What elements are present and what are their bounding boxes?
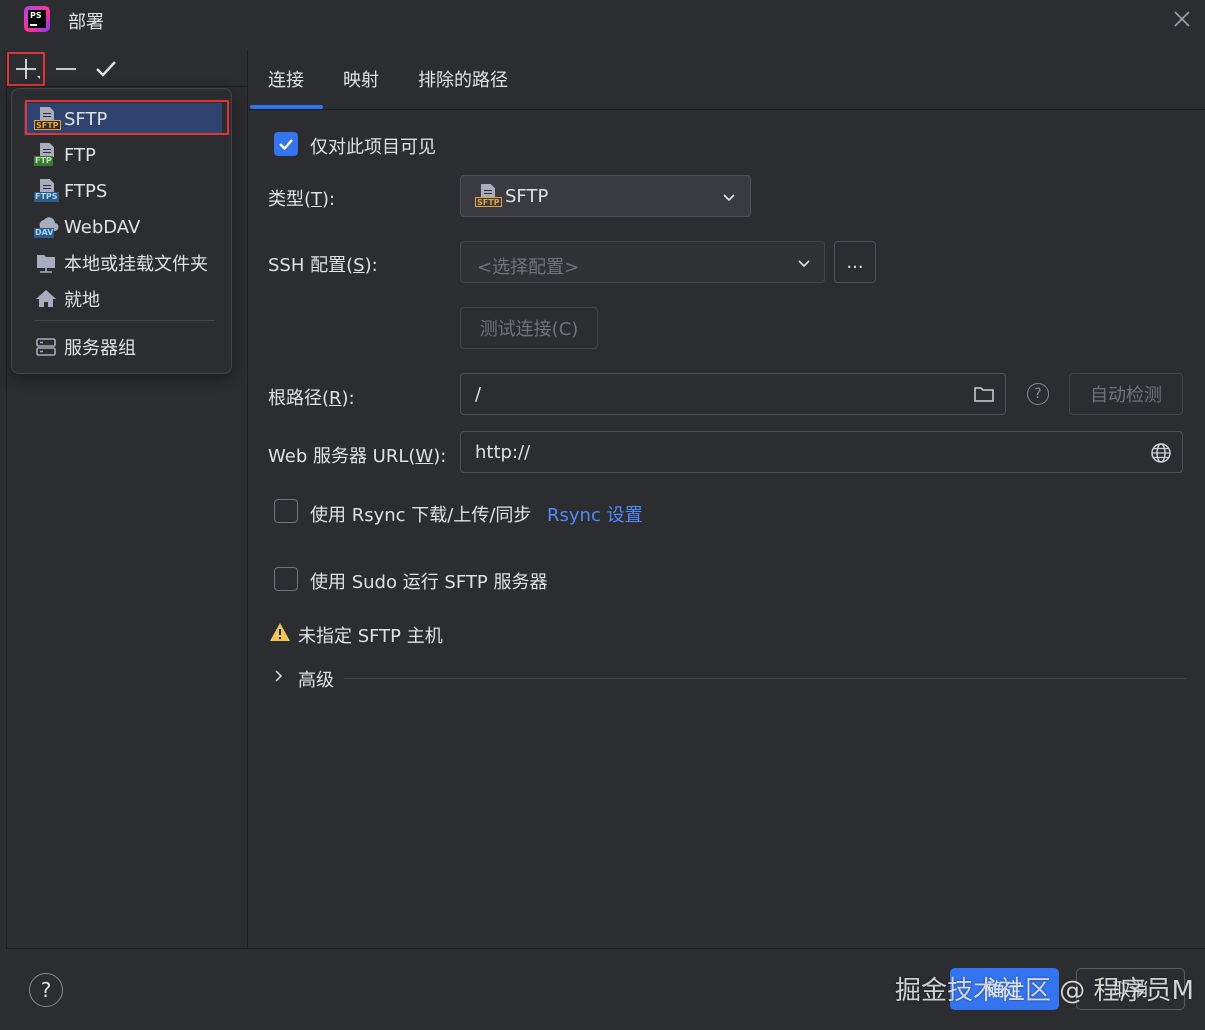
- menu-item-ftps[interactable]: FTPS FTPS: [24, 175, 222, 207]
- type-value: SFTP: [505, 186, 549, 207]
- folder-icon: [34, 251, 60, 275]
- menu-item-label: FTP: [64, 144, 96, 166]
- tab-excluded-paths[interactable]: 排除的路径: [418, 66, 508, 92]
- ssh-config-browse-button[interactable]: ...: [834, 241, 876, 283]
- check-icon: [279, 139, 293, 151]
- chevron-right-icon[interactable]: [272, 668, 286, 684]
- menu-item-in-place[interactable]: 就地: [24, 283, 222, 315]
- rsync-checkbox[interactable]: [274, 499, 298, 523]
- menu-divider: [35, 320, 215, 321]
- tab-bar: [248, 50, 1205, 110]
- menu-item-label: 服务器组: [64, 338, 136, 359]
- set-default-button[interactable]: [92, 56, 120, 82]
- close-button[interactable]: [1171, 8, 1193, 30]
- menu-item-server-group[interactable]: 服务器组: [24, 331, 222, 363]
- sudo-checkbox[interactable]: [274, 567, 298, 591]
- web-url-value: http://: [475, 442, 531, 463]
- ftps-icon: FTPS: [34, 179, 60, 203]
- root-path-input[interactable]: /: [460, 373, 1006, 415]
- menu-item-label: 本地或挂载文件夹: [64, 254, 208, 275]
- menu-item-label: 就地: [64, 290, 100, 311]
- add-server-button[interactable]: [7, 52, 45, 86]
- ssh-config-label: SSH 配置(S):: [268, 255, 378, 276]
- sftp-icon: SFTP: [475, 184, 502, 208]
- menu-item-ftp[interactable]: FTP FTP: [24, 139, 222, 171]
- remove-server-button[interactable]: [52, 56, 80, 82]
- home-icon: [34, 287, 60, 311]
- phpstorm-logo-icon: PS: [24, 6, 50, 32]
- ssh-config-select[interactable]: <选择配置>: [460, 241, 825, 283]
- server-group-icon: [34, 335, 60, 359]
- window-title: 部署: [68, 12, 104, 33]
- globe-icon[interactable]: [1150, 442, 1172, 464]
- tab-mappings[interactable]: 映射: [343, 66, 379, 92]
- footer-divider: [6, 948, 1205, 949]
- rsync-label: 使用 Rsync 下载/上传/同步: [310, 505, 532, 526]
- chevron-down-icon: [798, 260, 810, 268]
- active-tab-indicator: [250, 105, 323, 109]
- title-bar: [0, 0, 1205, 42]
- visible-only-project-checkbox[interactable]: [274, 132, 298, 156]
- help-button[interactable]: ?: [29, 973, 63, 1007]
- menu-item-webdav[interactable]: DAV WebDAV: [24, 211, 222, 243]
- menu-item-label: WebDAV: [64, 216, 141, 238]
- ftp-icon: FTP: [34, 143, 60, 167]
- type-select[interactable]: SFTP SFTP: [460, 175, 751, 217]
- web-url-label: Web 服务器 URL(W):: [268, 446, 447, 467]
- folder-icon[interactable]: [973, 384, 995, 404]
- web-url-input[interactable]: http://: [460, 431, 1183, 473]
- root-path-value: /: [475, 384, 482, 405]
- warning-text: 未指定 SFTP 主机: [298, 626, 443, 647]
- check-icon: [96, 61, 116, 77]
- advanced-section-toggle[interactable]: 高级: [298, 666, 334, 692]
- root-path-label: 根路径(R):: [268, 388, 355, 409]
- app-icon-text: PS: [30, 11, 42, 20]
- menu-item-local-folder[interactable]: 本地或挂载文件夹: [24, 247, 222, 279]
- ok-button[interactable]: 确定: [950, 968, 1059, 1010]
- warning-icon: [270, 623, 290, 641]
- chevron-down-icon: [723, 194, 735, 202]
- ssh-config-placeholder: <选择配置>: [477, 257, 580, 278]
- close-icon: [1174, 11, 1190, 27]
- autodetect-button[interactable]: 自动检测: [1069, 373, 1183, 415]
- type-label: 类型(T):: [268, 189, 336, 210]
- tab-connection[interactable]: 连接: [268, 66, 304, 92]
- cancel-button[interactable]: 取消: [1076, 968, 1185, 1010]
- rsync-settings-link[interactable]: Rsync 设置: [547, 501, 643, 527]
- sudo-label: 使用 Sudo 运行 SFTP 服务器: [310, 572, 548, 593]
- panel-divider: [247, 50, 248, 948]
- test-connection-button[interactable]: 测试连接(C): [460, 307, 598, 349]
- root-path-help-icon[interactable]: ?: [1027, 383, 1049, 405]
- advanced-divider: [344, 678, 1186, 679]
- minus-icon: [56, 68, 76, 70]
- menu-item-label: FTPS: [64, 180, 108, 202]
- annotation-highlight-box: [25, 100, 229, 135]
- add-icon: [16, 59, 40, 79]
- visible-only-project-label: 仅对此项目可见: [310, 137, 436, 158]
- webdav-icon: DAV: [34, 215, 60, 239]
